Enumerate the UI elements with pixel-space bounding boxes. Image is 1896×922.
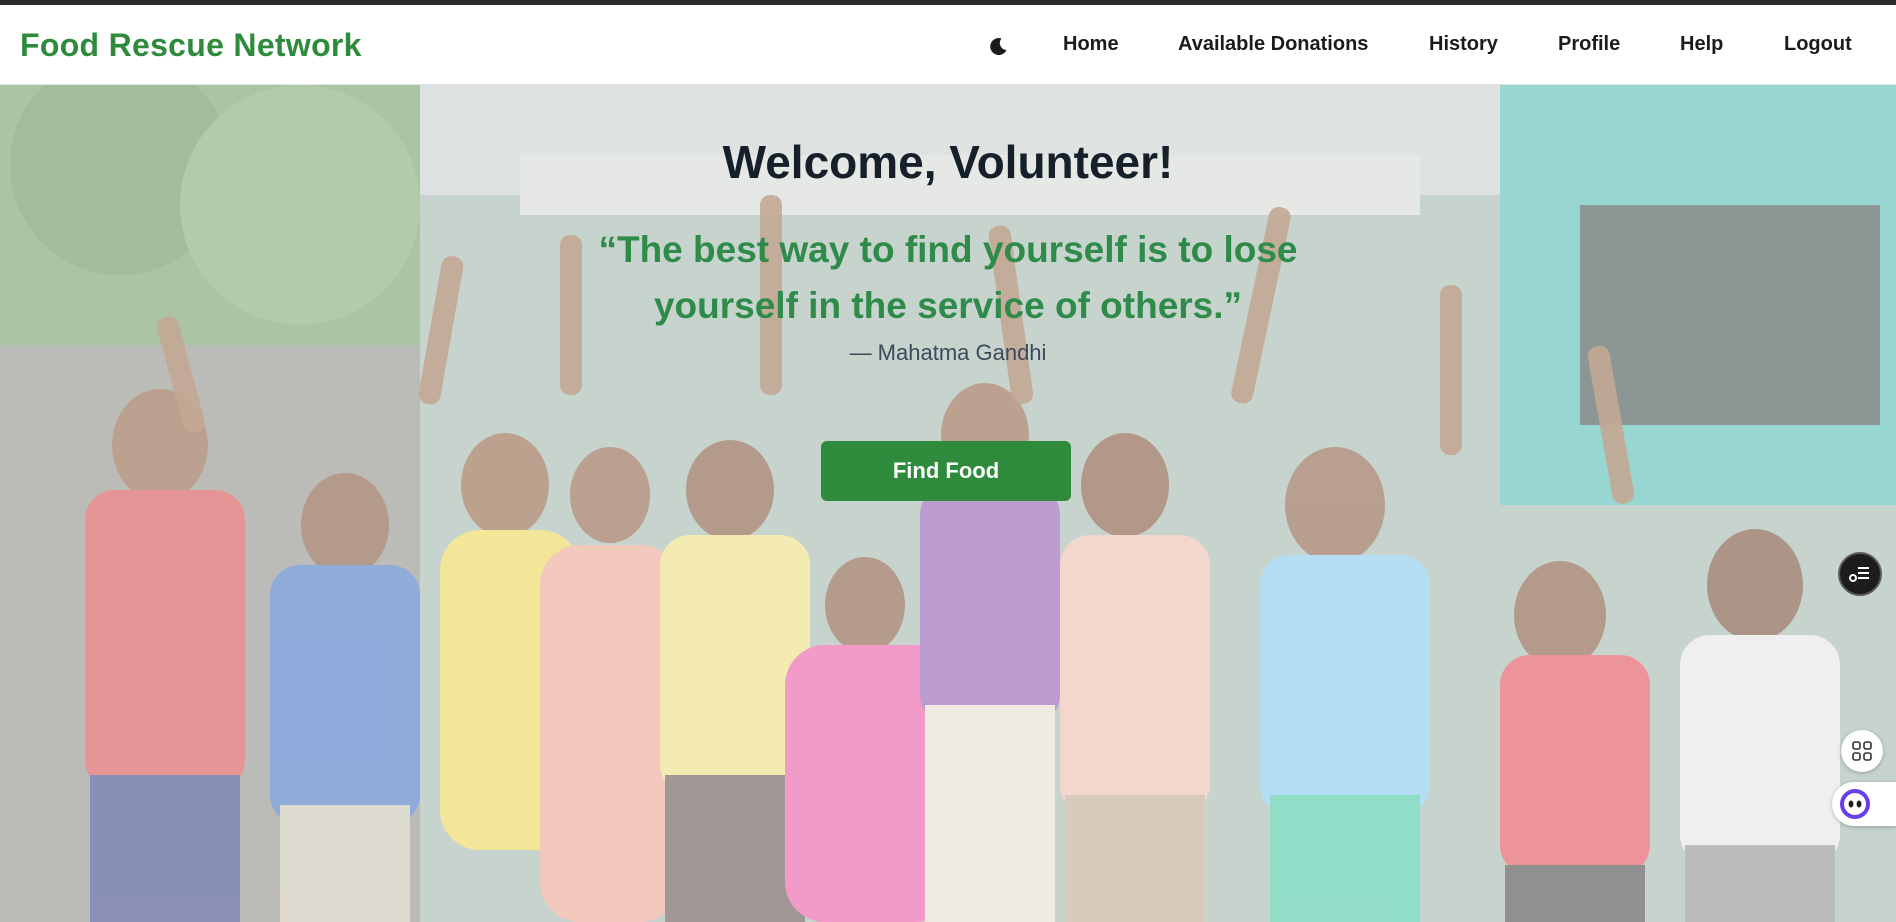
nav-links: Home Available Donations History Profile…: [0, 5, 1896, 85]
nav-history[interactable]: History: [1429, 33, 1498, 56]
welcome-heading: Welcome, Volunteer!: [722, 136, 1174, 188]
nav-home[interactable]: Home: [1063, 33, 1119, 56]
nav-help[interactable]: Help: [1680, 33, 1723, 56]
hero-overlay: [0, 85, 1896, 922]
nav-profile[interactable]: Profile: [1558, 33, 1620, 56]
toggle-panel-icon[interactable]: [1838, 552, 1882, 596]
nav-available-donations[interactable]: Available Donations: [1178, 33, 1368, 56]
navbar: Food Rescue Network Home Available Donat…: [0, 5, 1896, 85]
quote-text: “The best way to find yourself is to los…: [598, 229, 1298, 326]
assistant-face-icon[interactable]: [1832, 782, 1896, 826]
apps-grid-icon[interactable]: [1841, 730, 1883, 772]
hero-section: Welcome, Volunteer! “The best way to fin…: [0, 85, 1896, 922]
quote-author: — Mahatma Gandhi: [849, 340, 1047, 365]
find-food-button[interactable]: Find Food: [821, 441, 1071, 501]
nav-logout[interactable]: Logout: [1784, 33, 1852, 56]
